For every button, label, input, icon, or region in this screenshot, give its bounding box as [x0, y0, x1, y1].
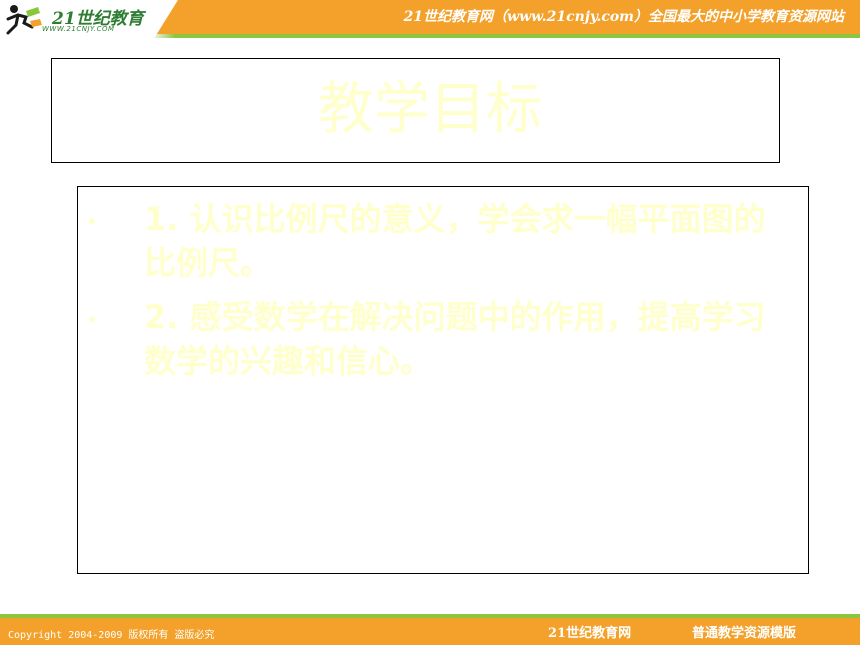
content-placeholder-frame: • 1. 认识比例尺的意义，学会求一幅平面图的比例尺。 • 2. 感受数学在解决… — [77, 186, 809, 574]
header-title: 21世纪教育网（www.21cnjy.com）全国最大的中小学教育资源网站 — [403, 9, 844, 25]
runner-logo-icon — [6, 5, 42, 35]
objective-text: 1. 认识比例尺的意义，学会求一幅平面图的比例尺。 — [144, 200, 766, 282]
footer-site-name[interactable]: 21世纪教育网 — [548, 622, 631, 641]
site-logo[interactable]: 21世纪教育 WWW.21CNJY.COM — [0, 0, 178, 40]
footer-template-label: 普通教学资源模版 — [692, 626, 797, 641]
copyright-text: Copyright 2004-2009 版权所有 盗版必究 — [8, 630, 215, 641]
bullet-marker: • — [86, 210, 98, 234]
objective-item: • 1. 认识比例尺的意义，学会求一幅平面图的比例尺。 — [78, 197, 810, 287]
slide-title: 教学目标 — [318, 77, 542, 142]
logo-url: WWW.21CNJY.COM — [42, 25, 115, 33]
objective-text: 2. 感受数学在解决问题中的作用，提高学习数学的兴趣和信心。 — [144, 298, 766, 380]
objective-item: • 2. 感受数学在解决问题中的作用，提高学习数学的兴趣和信心。 — [78, 295, 810, 385]
footer-bar: Copyright 2004-2009 版权所有 盗版必究 21世纪教育网 普通… — [0, 618, 860, 645]
bullet-marker: • — [86, 308, 98, 332]
